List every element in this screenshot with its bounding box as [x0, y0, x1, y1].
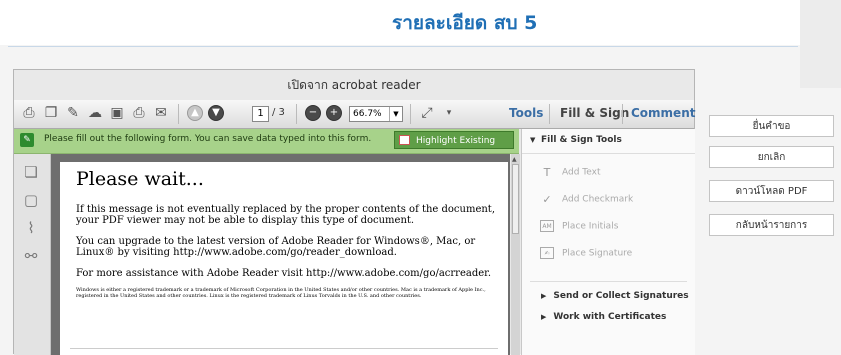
chevron-down-icon[interactable]: ▼: [389, 107, 402, 121]
fill-sign-panel: ▼ Fill & Sign Tools T Add Text ✓ Add Check…: [521, 129, 695, 355]
zoom-in-icon[interactable]: +: [325, 104, 343, 122]
highlight-fields-button[interactable]: Highlight Existing Fields: [394, 131, 514, 164]
fill-sign-tools-header[interactable]: ▼ Fill & Sign Tools: [522, 129, 695, 154]
document-footnote: Windows is either a registered trademark…: [76, 287, 486, 299]
chevron-right-icon: ▶: [541, 313, 547, 321]
tool-label: Place Initials: [562, 221, 619, 232]
form-icon: ✎: [20, 133, 34, 147]
checkmark-icon: ✓: [542, 193, 552, 206]
notice-text: Please fill out the following form. You …: [44, 134, 372, 144]
page-header: รายละเอียด สบ 5: [0, 0, 800, 45]
print-icon[interactable]: ⎙: [130, 104, 148, 122]
zoom-value: 66.7%: [353, 109, 382, 119]
download-pdf-button[interactable]: ดาวน์โหลด PDF: [709, 180, 834, 202]
text-icon: T: [543, 166, 551, 179]
tools-tab[interactable]: Tools: [509, 106, 543, 120]
toolbar-separator: [622, 104, 623, 124]
divider: [8, 46, 798, 47]
attachments-icon[interactable]: ⌇: [23, 220, 39, 236]
chevron-right-icon: ▶: [541, 292, 547, 300]
submit-button[interactable]: ยื่นคำขอ: [709, 115, 834, 137]
edit-icon[interactable]: ✎: [64, 104, 82, 122]
convert-icon[interactable]: ❐: [42, 104, 60, 122]
create-pdf-icon[interactable]: ⎙: [20, 104, 38, 122]
fit-page-icon[interactable]: ⤢: [418, 104, 436, 122]
toolbar-separator: [410, 104, 411, 124]
tool-label: Add Checkmark: [562, 194, 634, 205]
add-text-tool[interactable]: T Add Text: [540, 166, 601, 179]
document-paragraph: You can upgrade to the latest version of…: [76, 236, 476, 258]
pdf-viewer-frame: เปิดจาก acrobat reader ⎙ ❐ ✎ ☁ ▣ ⎙ ✉ ▲ ▼…: [13, 69, 695, 355]
highlight-icon: [399, 135, 410, 145]
send-collect-signatures-section[interactable]: ▶ Send or Collect Signatures: [541, 291, 689, 301]
scroll-up-icon[interactable]: ▲: [512, 156, 517, 163]
zoom-select[interactable]: 66.7% ▼: [349, 106, 403, 122]
initials-icon: AM: [540, 220, 554, 232]
more-icon[interactable]: ▾: [440, 104, 458, 122]
next-page-icon[interactable]: ▼: [207, 104, 225, 122]
prev-page-icon[interactable]: ▲: [186, 104, 204, 122]
toolbar-separator: [178, 104, 179, 124]
find-binoculars-icon[interactable]: ⚯: [23, 248, 39, 264]
document-heading: Please wait...: [76, 168, 204, 190]
side-background: [800, 0, 841, 88]
document-rule: [70, 348, 498, 349]
chevron-down-icon: ▼: [530, 136, 536, 144]
place-signature-tool[interactable]: ✍ Place Signature: [540, 247, 632, 259]
email-icon[interactable]: ✉: [152, 104, 170, 122]
scroll-thumb[interactable]: [512, 164, 519, 234]
toolbar-separator: [549, 104, 550, 124]
zoom-out-icon[interactable]: −: [304, 104, 322, 122]
viewer-window-title: เปิดจาก acrobat reader: [14, 70, 694, 101]
tool-label: Add Text: [562, 167, 601, 178]
comment-tab[interactable]: Comment: [631, 106, 695, 120]
add-checkmark-tool[interactable]: ✓ Add Checkmark: [540, 193, 634, 206]
signature-icon: ✍: [540, 247, 554, 259]
back-to-list-button[interactable]: กลับหน้ารายการ: [709, 214, 834, 236]
document-paragraph: If this message is not eventually replac…: [76, 204, 496, 226]
viewer-toolbar: ⎙ ❐ ✎ ☁ ▣ ⎙ ✉ ▲ ▼ 1 / 3 − + 66.7% ▼ ⤢ ▾ …: [14, 100, 695, 129]
navigation-pane: ❏ ▢ ⌇ ⚯: [14, 154, 51, 355]
place-initials-tool[interactable]: AM Place Initials: [540, 220, 618, 232]
tool-label: Place Signature: [562, 248, 633, 259]
bookmarks-icon[interactable]: ▢: [23, 192, 39, 208]
page-total: / 3: [272, 107, 285, 118]
page-thumbnails-icon[interactable]: ❏: [23, 164, 39, 180]
page-title: รายละเอียด สบ 5: [392, 12, 538, 34]
section-label: Send or Collect Signatures: [553, 291, 689, 301]
document-page: Please wait... If this message is not ev…: [60, 162, 508, 355]
cloud-icon[interactable]: ☁: [86, 104, 104, 122]
work-with-certificates-section[interactable]: ▶ Work with Certificates: [541, 312, 666, 322]
fill-sign-tab[interactable]: Fill & Sign: [560, 106, 629, 120]
panel-divider: [530, 281, 687, 282]
cancel-button[interactable]: ยกเลิก: [709, 146, 834, 168]
fill-sign-tools-label: Fill & Sign Tools: [541, 135, 622, 145]
form-notice-bar: ✎ Please fill out the following form. Yo…: [14, 129, 519, 164]
document-paragraph: For more assistance with Adobe Reader vi…: [76, 268, 492, 279]
page-number-input[interactable]: 1: [252, 106, 269, 122]
save-icon[interactable]: ▣: [108, 104, 126, 122]
section-label: Work with Certificates: [553, 312, 667, 322]
toolbar-separator: [296, 104, 297, 124]
document-scrollbar[interactable]: ▲: [511, 154, 520, 355]
